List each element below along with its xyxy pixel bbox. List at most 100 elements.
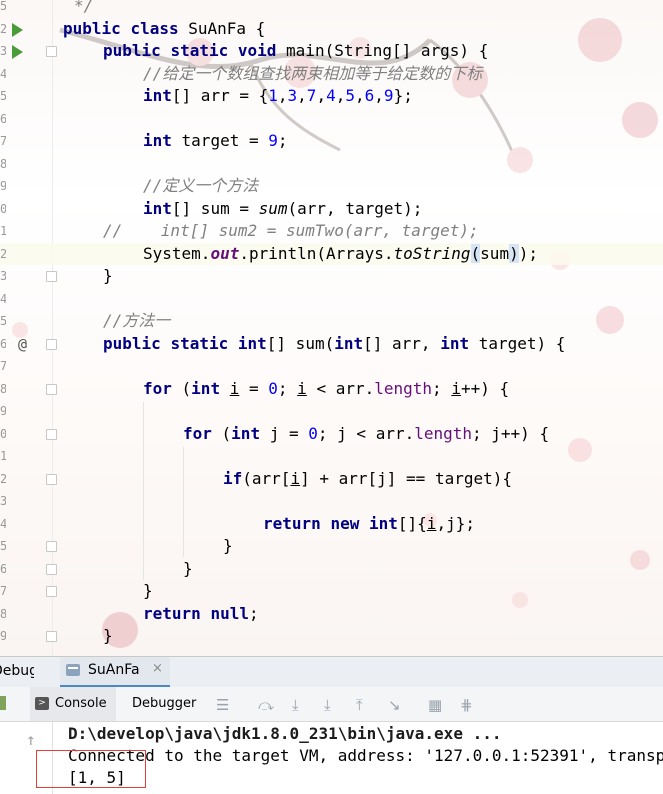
step-into-icon[interactable]: ⤓ xyxy=(292,696,299,714)
code-comment: //给定一个数组查找两束相加等于给定数的下标 xyxy=(143,63,483,83)
code-line[interactable]: 5} xyxy=(0,535,663,557)
code-line[interactable]: 2 public class SuAnFa { xyxy=(0,18,663,40)
code-line[interactable]: 5 int[] arr = {1,3,7,4,5,6,9}; xyxy=(0,85,663,107)
code-line[interactable]: 3 xyxy=(0,490,663,512)
loop-var: i xyxy=(297,378,307,398)
code-line[interactable]: 7 int target = 9; xyxy=(0,130,663,152)
code-text: []{ xyxy=(397,513,427,533)
fold-marker-icon[interactable] xyxy=(46,428,57,440)
line-number: 0 xyxy=(0,426,6,441)
code-line[interactable]: 9 //定义一个方法 xyxy=(0,175,663,197)
code-line[interactable]: 9 xyxy=(0,400,663,422)
code-content: } xyxy=(103,625,113,647)
tab-debugger[interactable]: Debugger xyxy=(132,696,196,711)
code-line[interactable]: 2 System.out.println(Arrays.toString(sum)… xyxy=(0,242,663,265)
fold-marker-icon[interactable] xyxy=(46,586,57,597)
code-line[interactable]: 3} xyxy=(0,265,663,287)
line-number: 4 xyxy=(0,291,6,306)
run-to-cursor-icon[interactable]: ↘ xyxy=(388,696,401,714)
evaluate-expression-icon[interactable]: ▦ xyxy=(428,696,442,714)
keyword: int xyxy=(143,198,172,218)
fold-marker-icon[interactable] xyxy=(46,631,57,642)
arrow-up-icon[interactable]: ↑ xyxy=(26,730,36,749)
code-text: ; xyxy=(432,378,452,398)
fold-marker-icon[interactable] xyxy=(46,473,57,485)
fold-marker-icon[interactable] xyxy=(46,338,57,350)
code-line[interactable]: 6 @ public static int[] sum(int[] arr, int… xyxy=(0,333,663,355)
code-line[interactable]: 6} xyxy=(0,558,663,580)
line-number: 7 xyxy=(0,584,6,598)
code-line[interactable]: 3 public static void main(String[] args) … xyxy=(0,40,663,62)
code-line[interactable]: 8 xyxy=(0,153,663,175)
code-line[interactable]: 4 xyxy=(0,288,663,310)
code-text: ,j}; xyxy=(436,513,475,533)
code-line[interactable]: 8 for (int i = 0; i < arr.length; i++) { xyxy=(0,378,663,400)
brace-match: ) xyxy=(509,243,519,263)
code-text: main(String[] args) { xyxy=(276,41,489,60)
code-line[interactable]: 4 return new int[]{i,j}; xyxy=(0,513,663,535)
debug-label: Debug: xyxy=(0,663,34,679)
console-output[interactable]: ↑ D:\develop\java\jdk1.8.0_231\bin\java.… xyxy=(0,722,663,794)
keyword: if xyxy=(223,468,243,488)
keyword: static xyxy=(170,41,229,60)
fold-marker-icon[interactable] xyxy=(46,541,57,552)
loop-var: i xyxy=(229,378,240,398)
run-gutter-icon[interactable] xyxy=(12,22,23,37)
resume-icon[interactable] xyxy=(0,696,6,710)
code-line[interactable]: 7 xyxy=(0,355,663,377)
keyword: public xyxy=(103,41,161,60)
code-line[interactable]: 1 xyxy=(0,445,663,467)
run-gutter-icon[interactable] xyxy=(12,45,23,59)
override-at-icon[interactable]: @ xyxy=(18,333,27,355)
code-line[interactable]: 0 int[] sum = sum(arr, target); xyxy=(0,198,663,220)
line-number: 6 xyxy=(0,561,6,576)
step-over-icon[interactable]: ⤼ xyxy=(258,696,274,714)
code-line[interactable]: 7} xyxy=(0,580,663,602)
keyword: class xyxy=(130,18,179,38)
step-out-icon[interactable]: ⤒ xyxy=(356,696,363,714)
method-call: toString xyxy=(393,243,471,263)
code-line[interactable]: 1 // int[] sum2 = sumTwo(arr, target); xyxy=(0,220,663,242)
fold-marker-icon[interactable] xyxy=(46,46,57,57)
code-comment: //定义一个方法 xyxy=(143,176,259,195)
force-step-into-icon[interactable]: ⤓ xyxy=(324,696,331,714)
code-line[interactable]: 8 return null; xyxy=(0,603,663,625)
run-config-icon xyxy=(66,664,80,676)
fold-marker-icon[interactable] xyxy=(46,383,57,395)
line-number: 5 xyxy=(0,89,6,103)
trace-icon[interactable]: ⋕ xyxy=(460,696,473,714)
code-line[interactable]: 6 xyxy=(0,108,663,130)
fold-marker-icon[interactable] xyxy=(46,563,57,575)
keyword: void xyxy=(237,41,277,60)
line-number: 8 xyxy=(0,381,6,396)
code-text: [] arr, xyxy=(363,333,441,353)
code-line[interactable]: 2 if(arr[i] + arr[j] == target){ xyxy=(0,468,663,490)
code-line[interactable]: 0 for (int j = 0; j < arr.length; j++) { xyxy=(0,423,663,445)
code-editor[interactable]: 5 */ 2 public class SuAnFa { 3 public static … xyxy=(0,0,663,656)
code-content: public static int[] sum(int[] arr, int t… xyxy=(103,333,565,355)
fold-marker-icon[interactable] xyxy=(46,271,57,282)
code-content: int target = 9; xyxy=(143,130,288,152)
number-literal: 5 xyxy=(345,86,355,105)
line-number: 9 xyxy=(0,404,6,418)
number-literal: 1 xyxy=(268,86,278,105)
code-content: //给定一个数组查找两束相加等于给定数的下标 xyxy=(143,63,482,85)
line-number: 3 xyxy=(0,44,6,58)
line-number: 1 xyxy=(0,449,6,463)
code-content: //方法一 xyxy=(103,310,170,332)
menu-lines-icon[interactable]: ☰ xyxy=(216,696,229,714)
close-icon[interactable]: × xyxy=(152,661,163,676)
line-number: 0 xyxy=(0,201,6,216)
number-literal: 0 xyxy=(308,423,318,443)
keyword: for xyxy=(143,378,172,398)
line-number: 9 xyxy=(0,629,6,643)
code-line[interactable]: 5 */ xyxy=(0,0,663,17)
code-line[interactable]: 9} xyxy=(0,625,663,647)
code-text: ; j < arr. xyxy=(317,423,415,443)
code-line[interactable]: 4 //给定一个数组查找两束相加等于给定数的下标 xyxy=(0,63,663,85)
code-line[interactable]: 5 //方法一 xyxy=(0,310,663,332)
code-content: public class SuAnFa { xyxy=(63,18,265,40)
line-number: 9 xyxy=(0,179,6,193)
tab-suanfa[interactable]: SuAnFa × xyxy=(60,657,170,688)
tab-console[interactable]: > Console xyxy=(30,687,116,721)
